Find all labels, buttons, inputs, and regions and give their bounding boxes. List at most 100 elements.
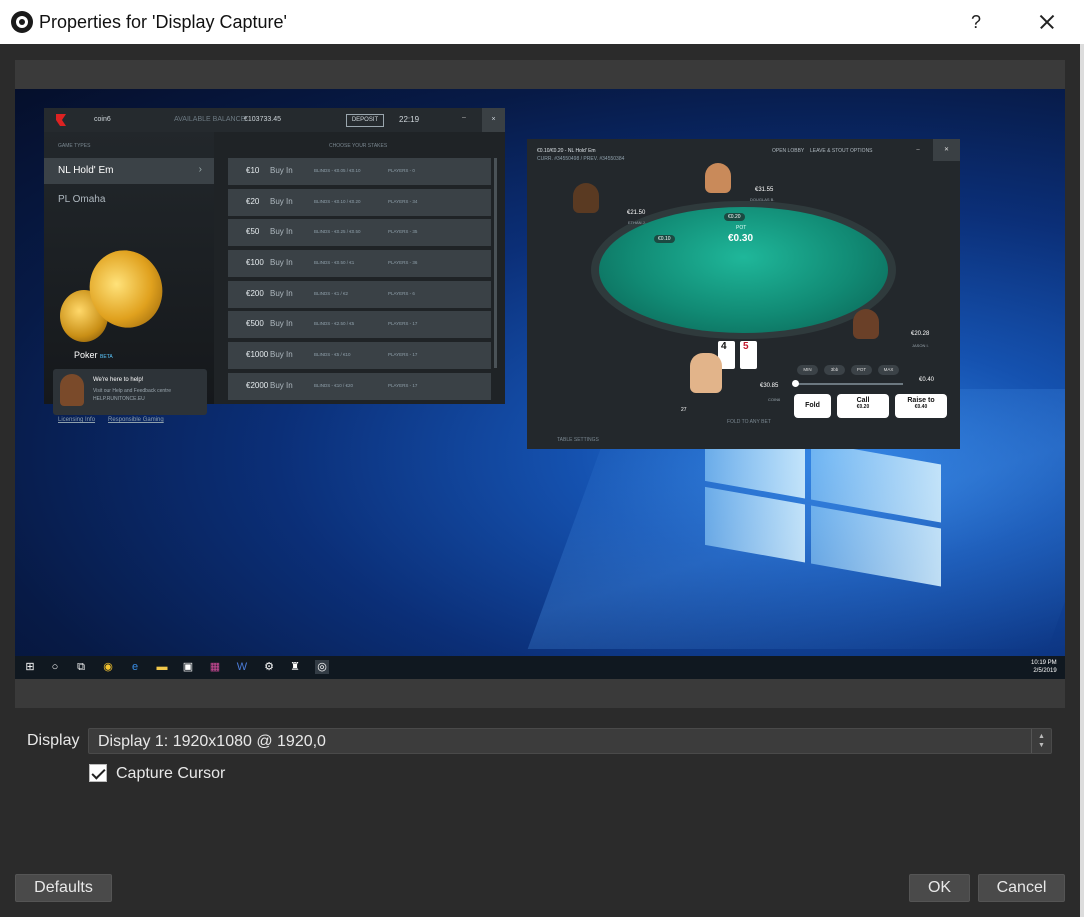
call-button: Call €0.20 xyxy=(837,394,889,418)
stake-row: €100 Buy In BLINDS - €0.50 / €1 PLAYERS - 3… xyxy=(228,250,491,278)
pot-value: €0.30 xyxy=(728,233,754,244)
capture-preview: coin6 AVAILABLE BALANCE: €103733.45 DEPO… xyxy=(15,89,1065,679)
raise-button: Raise to €0.40 xyxy=(895,394,947,418)
stake-row: €500 Buy In BLINDS - €2.50 / €5 PLAYERS - 1… xyxy=(228,311,491,339)
help-text: Visit our Help and Feedback centre xyxy=(93,388,172,394)
bet-slider-knob xyxy=(792,380,799,387)
stake-row: €2000 Buy In BLINDS - €10 / €20 PLAYERS - 1… xyxy=(228,372,491,400)
bet-size-max: MAX xyxy=(878,365,899,375)
help-button[interactable]: ? xyxy=(962,8,990,36)
avatar xyxy=(60,374,84,406)
close-icon: × xyxy=(482,108,505,132)
help-title: We're here to help! xyxy=(93,377,144,383)
seat-stack: €21.50 xyxy=(627,210,646,216)
hero-stack: €30.85 xyxy=(760,383,779,389)
lobby-header: coin6 AVAILABLE BALANCE: €103733.45 DEPO… xyxy=(44,108,505,132)
chrome-icon: ◉ xyxy=(103,661,113,673)
cancel-button[interactable]: Cancel xyxy=(978,874,1065,902)
task-view-icon: ⧉ xyxy=(77,661,85,673)
hole-card: 5 xyxy=(740,341,757,369)
fold-to-any-bet: FOLD TO ANY BET xyxy=(727,419,771,425)
game-type-label: NL Hold' Em xyxy=(58,165,114,176)
search-icon: ○ xyxy=(51,661,59,673)
brand-logo-icon xyxy=(56,114,66,126)
table-hand-ids: CURR. #34550498 / PREV. #34550384 xyxy=(537,156,625,162)
defaults-button[interactable]: Defaults xyxy=(15,874,112,902)
hero-level: 27 xyxy=(681,407,687,413)
bet-slider xyxy=(795,383,903,385)
hero-name: COIN6 xyxy=(768,397,781,402)
poker-app-icon: ♜ xyxy=(290,661,300,673)
stake-row: €10 Buy In BLINDS - €0.05 / €0.10 PLAYERS -… xyxy=(228,158,491,185)
game-types-panel: GAME TYPES NL Hold' Em › PL Omaha Poker … xyxy=(44,132,214,423)
word-icon: W xyxy=(236,661,248,673)
balance-value: €103733.45 xyxy=(244,116,281,123)
bet-chip: €0.20 xyxy=(724,213,745,221)
poker-lobby-window: coin6 AVAILABLE BALANCE: €103733.45 DEPO… xyxy=(44,108,505,423)
stake-row: €200 Buy In BLINDS - €1 / €2 PLAYERS - 6 xyxy=(228,280,491,308)
slack-icon: ▦ xyxy=(209,661,221,673)
avatar xyxy=(853,309,879,339)
chevron-updown-icon[interactable]: ▲ ▼ xyxy=(1031,729,1051,753)
bet-slider-value: €0.40 xyxy=(919,377,935,383)
balance-label: AVAILABLE BALANCE: xyxy=(174,116,248,123)
capture-cursor-label[interactable]: Capture Cursor xyxy=(116,765,225,783)
bet-size-3bb: 3bb xyxy=(824,365,845,375)
seat-stack: €31.55 xyxy=(755,187,774,193)
window-border xyxy=(1080,44,1084,917)
table-settings: TABLE SETTINGS xyxy=(557,437,599,443)
lobby-username: coin6 xyxy=(94,116,111,123)
title-bar: Properties for 'Display Capture' ? xyxy=(0,0,1084,44)
avatar xyxy=(690,353,722,393)
stakes-header: CHOOSE YOUR STAKES xyxy=(329,143,388,149)
close-icon[interactable] xyxy=(1030,6,1062,38)
leave-options-link: LEAVE & STOUT OPTIONS xyxy=(810,148,873,154)
ok-button[interactable]: OK xyxy=(909,874,970,902)
seat-name: DOUGLAS B. xyxy=(750,197,775,202)
game-type-nlhe: NL Hold' Em › xyxy=(44,158,214,184)
minimize-icon: – xyxy=(916,147,920,153)
display-label: Display xyxy=(27,732,80,749)
poker-table-window: €0.10/€0.20 - NL Hold' Em CURR. #3455049… xyxy=(527,139,960,449)
open-lobby-link: OPEN LOBBY xyxy=(772,148,805,154)
help-link: HELP.RUNITONCE.EU xyxy=(93,396,145,402)
windows-taskbar: ⊞ ○ ⧉ ◉ e ▬ ▣ ▦ W ⚙ ♜ ◎ 10:19 PM 2/5/201… xyxy=(15,656,1065,679)
bet-size-pot: POT xyxy=(851,365,872,375)
avatar xyxy=(705,163,731,193)
lobby-clock: 22:19 xyxy=(399,115,420,124)
display-select-value: Display 1: 1920x1080 @ 1920,0 xyxy=(98,733,326,750)
taskbar-clock: 10:19 PM 2/5/2019 xyxy=(1031,660,1057,674)
scrollbar xyxy=(494,158,497,368)
obs-icon: ◎ xyxy=(315,660,329,674)
capture-cursor-checkbox[interactable] xyxy=(89,764,107,782)
stake-row: €50 Buy In BLINDS - €0.25 / €0.50 PLAYERS -… xyxy=(228,219,491,247)
responsible-gaming-link: Responsible Gaming xyxy=(108,417,164,423)
close-icon: ✕ xyxy=(933,139,960,161)
table-title: €0.10/€0.20 - NL Hold' Em xyxy=(537,148,596,154)
window-title: Properties for 'Display Capture' xyxy=(39,12,287,32)
pot-label: POT xyxy=(736,225,747,231)
game-type-plo: PL Omaha xyxy=(58,194,106,205)
fold-button: Fold xyxy=(794,394,831,418)
settings-icon: ⚙ xyxy=(264,661,274,673)
minimize-icon: – xyxy=(462,114,466,121)
windows-start-icon: ⊞ xyxy=(25,661,35,673)
brand-label: Poker BETA xyxy=(74,350,113,360)
game-types-header: GAME TYPES xyxy=(58,143,91,149)
licensing-link: Licensing Info xyxy=(58,417,96,423)
bet-size-min: MIN xyxy=(797,365,818,375)
seat-stack: €20.28 xyxy=(911,331,930,337)
seat-name: JASON I. xyxy=(912,343,929,348)
help-card: We're here to help! Visit our Help and F… xyxy=(53,369,207,415)
obs-logo-icon xyxy=(11,11,33,33)
display-select[interactable]: Display 1: 1920x1080 @ 1920,0 ▲ ▼ xyxy=(88,728,1052,754)
edge-icon: e xyxy=(131,661,139,673)
stakes-list: €10 Buy In BLINDS - €0.05 / €0.10 PLAYERS -… xyxy=(228,158,491,404)
stake-row: €20 Buy In BLINDS - €0.10 / €0.20 PLAYERS -… xyxy=(228,188,491,216)
chevron-right-icon: › xyxy=(198,164,202,175)
stake-row: €1000 Buy In BLINDS - €5 / €10 PLAYERS - 17 xyxy=(228,342,491,370)
file-explorer-icon: ▬ xyxy=(156,661,168,673)
deposit-button: DEPOSIT xyxy=(346,114,384,127)
avatar xyxy=(573,183,599,213)
bet-chip: €0.10 xyxy=(654,235,675,243)
